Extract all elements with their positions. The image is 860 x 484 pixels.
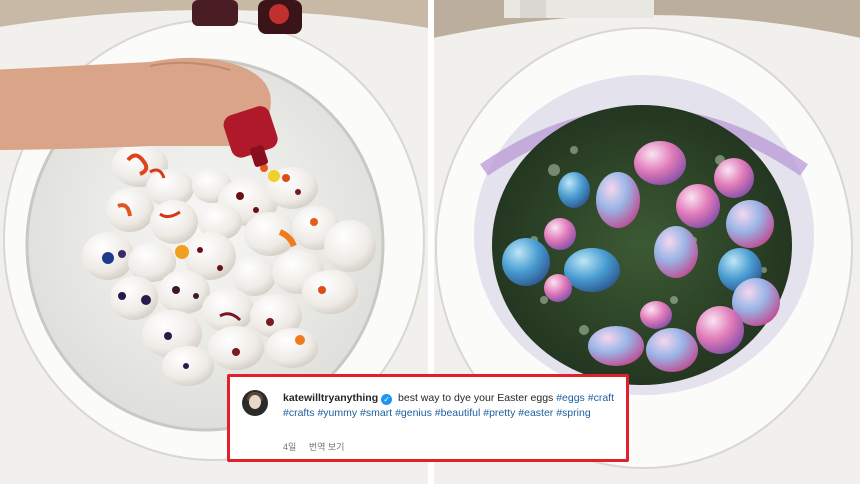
hashtag[interactable]: #craft <box>588 392 614 404</box>
hashtag[interactable]: #crafts <box>283 407 315 419</box>
hashtag[interactable]: #yummy <box>317 407 357 419</box>
hashtag[interactable]: #genius <box>395 407 432 419</box>
post-meta: 4일 번역 보기 <box>283 440 354 453</box>
collage: katewilltryanything ✓ best way to dye you… <box>0 0 860 484</box>
caption-body: best way to dye your Easter eggs <box>398 392 554 404</box>
hashtag[interactable]: #beautiful <box>435 407 481 419</box>
see-translation-link[interactable]: 번역 보기 <box>309 442 345 452</box>
username[interactable]: katewilltryanything <box>283 392 378 404</box>
avatar[interactable] <box>242 390 268 416</box>
time-ago: 4일 <box>283 442 297 452</box>
hashtag[interactable]: #pretty <box>483 407 515 419</box>
dye-bottle-1 <box>192 0 238 26</box>
hashtag[interactable]: #eggs <box>556 392 585 404</box>
hashtag[interactable]: #smart <box>360 407 392 419</box>
hashtag[interactable]: #easter <box>518 407 553 419</box>
caption-text: katewilltryanything ✓ best way to dye you… <box>283 391 621 421</box>
verified-badge-icon: ✓ <box>381 394 393 405</box>
hashtag[interactable]: #spring <box>556 407 590 419</box>
instagram-caption-card: katewilltryanything ✓ best way to dye you… <box>227 374 629 462</box>
